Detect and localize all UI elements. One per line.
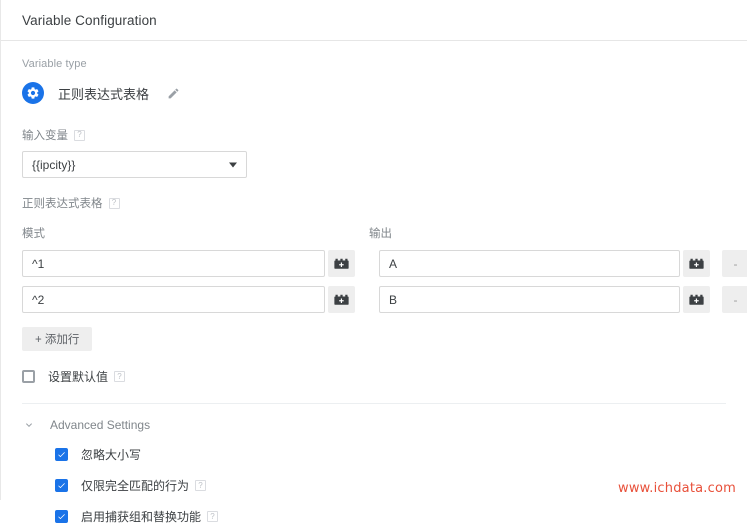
site-watermark: www.ichdata.com bbox=[617, 481, 736, 496]
column-header-output: 输出 bbox=[369, 228, 392, 240]
page-header: Variable Configuration bbox=[1, 0, 747, 41]
option-ignore-case-row[interactable]: 忽略大小写 bbox=[55, 446, 726, 463]
pattern-cell: ^2 bbox=[22, 286, 355, 313]
help-icon[interactable]: ? bbox=[114, 371, 126, 382]
chevron-down-icon bbox=[229, 162, 237, 167]
help-icon[interactable]: ? bbox=[207, 511, 219, 522]
page-body: Variable type 正则表达式表格 输入变量 ? {{ipcity}} bbox=[1, 58, 747, 525]
output-input[interactable]: A bbox=[379, 250, 680, 277]
remove-row-button[interactable]: - bbox=[722, 250, 747, 277]
variable-configuration-page: Variable Configuration Variable type 正则表… bbox=[0, 0, 747, 524]
page-title: Variable Configuration bbox=[22, 12, 157, 28]
output-cell: A - bbox=[379, 250, 747, 277]
option-ignore-case-label: 忽略大小写 bbox=[81, 448, 142, 462]
table-row: ^1 A - bbox=[22, 250, 747, 277]
variable-type-row: 正则表达式表格 bbox=[22, 81, 726, 105]
gear-icon bbox=[22, 82, 44, 104]
input-variable-label-text: 输入变量 bbox=[22, 130, 68, 142]
input-variable-label: 输入变量 ? bbox=[22, 127, 726, 143]
pattern-input[interactable]: ^1 bbox=[22, 250, 325, 277]
checkbox-unchecked[interactable] bbox=[22, 370, 35, 383]
pattern-input[interactable]: ^2 bbox=[22, 286, 325, 313]
input-variable-select[interactable]: {{ipcity}} bbox=[22, 151, 247, 178]
lego-block-icon[interactable] bbox=[328, 286, 355, 313]
advanced-settings-title: Advanced Settings bbox=[50, 418, 151, 432]
set-default-value-label: 设置默认值 bbox=[48, 370, 109, 384]
lego-block-icon[interactable] bbox=[328, 250, 355, 277]
regex-table-label: 正则表达式表格 ? bbox=[22, 195, 726, 211]
advanced-settings-header[interactable]: Advanced Settings bbox=[22, 418, 726, 432]
regex-table-column-headers: 模式 输出 bbox=[22, 225, 726, 241]
input-variable-value: {{ipcity}} bbox=[32, 157, 76, 172]
option-full-match-label: 仅限完全匹配的行为 bbox=[81, 479, 190, 493]
lego-block-icon[interactable] bbox=[683, 286, 710, 313]
help-icon[interactable]: ? bbox=[195, 480, 207, 491]
pattern-cell: ^1 bbox=[22, 250, 355, 277]
pencil-icon[interactable] bbox=[165, 85, 181, 101]
table-row: ^2 B - bbox=[22, 286, 747, 313]
help-icon[interactable]: ? bbox=[108, 197, 120, 209]
checkbox-checked[interactable] bbox=[55, 448, 68, 461]
output-input[interactable]: B bbox=[379, 286, 680, 313]
checkbox-checked[interactable] bbox=[55, 479, 68, 492]
set-default-value-row[interactable]: 设置默认值 ? bbox=[22, 368, 726, 385]
variable-type-name: 正则表达式表格 bbox=[58, 86, 150, 102]
lego-block-icon[interactable] bbox=[683, 250, 710, 277]
output-cell: B - bbox=[379, 286, 747, 313]
help-icon[interactable]: ? bbox=[74, 129, 85, 141]
remove-row-button[interactable]: - bbox=[722, 286, 747, 313]
section-divider bbox=[22, 403, 726, 404]
checkbox-checked[interactable] bbox=[55, 510, 68, 523]
add-row-button[interactable]: + 添加行 bbox=[22, 327, 93, 351]
chevron-down-icon bbox=[22, 418, 36, 432]
option-capture-groups-label: 启用捕获组和替换功能 bbox=[81, 510, 202, 524]
column-header-pattern: 模式 bbox=[22, 228, 45, 240]
variable-type-label: Variable type bbox=[22, 58, 87, 70]
option-capture-groups-row[interactable]: 启用捕获组和替换功能 ? bbox=[55, 508, 726, 525]
regex-table-label-text: 正则表达式表格 bbox=[22, 198, 103, 210]
